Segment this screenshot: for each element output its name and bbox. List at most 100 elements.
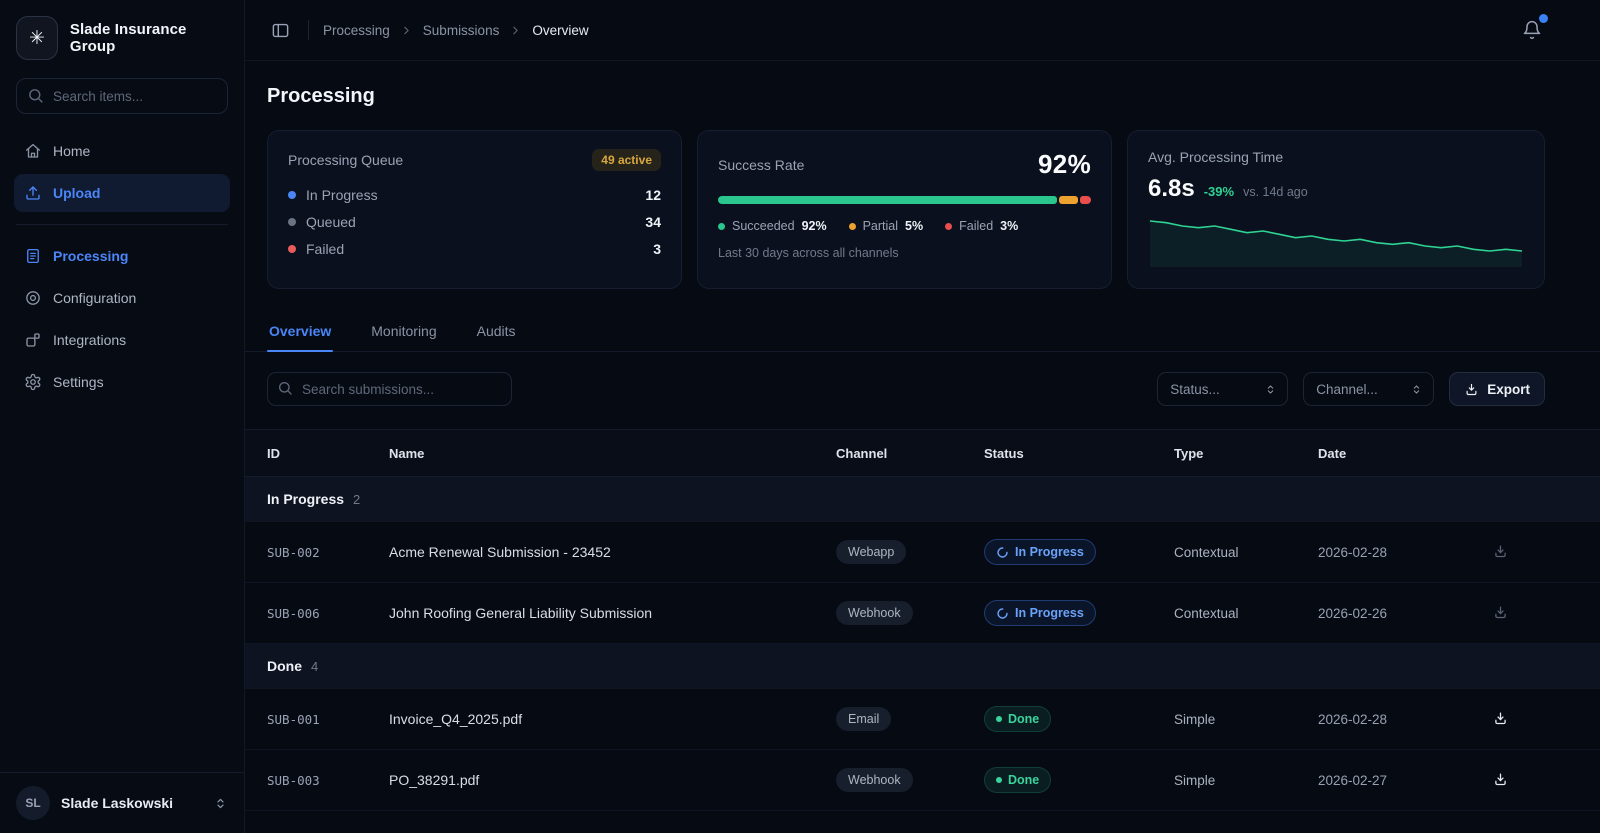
legend-value: 92% xyxy=(801,219,827,233)
table-row[interactable]: SUB-006 John Roofing General Liability Su… xyxy=(245,583,1600,644)
queue-stat-label: Failed xyxy=(306,241,345,257)
legend-item: Succeeded 92% xyxy=(718,219,827,233)
export-button[interactable]: Export xyxy=(1449,372,1545,406)
topbar-divider xyxy=(308,20,309,40)
breadcrumb-item[interactable]: Submissions xyxy=(423,23,500,38)
brand-logo-icon: ✳ xyxy=(16,16,58,60)
bar-segment-failed xyxy=(1079,196,1091,204)
cell-date: 2026-02-26 xyxy=(1318,605,1388,621)
cell-type: Simple xyxy=(1174,711,1216,727)
column-header-channel: Channel xyxy=(836,445,888,461)
sidebar-toggle-button[interactable] xyxy=(267,17,294,44)
submissions-search-input[interactable] xyxy=(267,372,512,406)
sidebar-item-label: Configuration xyxy=(53,290,137,306)
table-row[interactable]: SUB-002 Acme Renewal Submission - 23452 We… xyxy=(245,522,1600,583)
stat-cards: Processing Queue 49 active In Progress 1… xyxy=(245,130,1600,289)
queue-stat-row: In Progress 12 xyxy=(288,187,661,203)
tab-audits[interactable]: Audits xyxy=(475,315,518,351)
topbar: Processing Submissions Overview xyxy=(245,0,1600,61)
status-dot xyxy=(288,218,296,226)
cell-id: SUB-003 xyxy=(267,772,320,788)
sidebar-item-label: Upload xyxy=(53,185,101,201)
circle-dot-icon xyxy=(24,289,42,307)
download-button[interactable] xyxy=(1488,600,1513,625)
status-badge-done: Done xyxy=(984,767,1052,793)
done-dot-icon xyxy=(996,716,1002,722)
export-label: Export xyxy=(1487,381,1530,397)
channel-chip: Webapp xyxy=(836,540,907,564)
chevron-right-icon xyxy=(400,24,413,37)
cell-name: Acme Renewal Submission - 23452 xyxy=(389,544,611,560)
legend-dot xyxy=(945,222,953,230)
avg-time-value: 6.8s xyxy=(1148,175,1195,202)
brand-name: Slade Insurance Group xyxy=(69,21,187,55)
queue-stat-row: Failed 3 xyxy=(288,241,661,257)
cell-name: PO_38291.pdf xyxy=(389,772,480,788)
status-badge-done: Done xyxy=(984,706,1052,732)
queue-stat-value: 3 xyxy=(653,241,661,257)
legend-value: 5% xyxy=(905,219,924,233)
table-group-header: In Progress 2 xyxy=(245,477,1600,522)
legend-item: Failed 3% xyxy=(945,219,1018,233)
done-dot-icon xyxy=(996,777,1002,783)
notifications-button[interactable] xyxy=(1518,13,1548,44)
spinner-icon xyxy=(996,607,1009,620)
sidebar-item-upload[interactable]: Upload xyxy=(14,174,230,212)
search-icon xyxy=(277,380,293,396)
sidebar-item-integrations[interactable]: Integrations xyxy=(14,321,230,359)
group-label: Done xyxy=(267,658,302,674)
cell-id: SUB-006 xyxy=(267,605,320,621)
channel-chip: Webhook xyxy=(836,768,913,792)
cell-id: SUB-002 xyxy=(267,544,320,560)
spinner-icon xyxy=(996,546,1009,559)
bar-segment-succeeded xyxy=(718,196,1058,204)
status-dot xyxy=(288,245,296,253)
bar-segment-partial xyxy=(1059,196,1078,204)
breadcrumb-item[interactable]: Processing xyxy=(323,23,390,38)
group-count: 4 xyxy=(311,658,319,674)
status-filter-value: Status... xyxy=(1170,381,1220,397)
sidebar-item-home[interactable]: Home xyxy=(14,132,230,170)
download-button[interactable] xyxy=(1488,706,1513,731)
chevron-up-down-icon xyxy=(213,796,228,811)
tab-bar: Overview Monitoring Audits xyxy=(245,315,1600,352)
avg-time-delta: -39% xyxy=(1203,184,1235,199)
status-filter-select[interactable]: Status... xyxy=(1157,372,1289,406)
sidebar-item-label: Home xyxy=(53,143,91,159)
success-rate-legend: Succeeded 92% Partial 5% Failed 3% xyxy=(718,219,1091,233)
channel-filter-select[interactable]: Channel... xyxy=(1303,372,1435,406)
main-area: Processing Submissions Overview Processi… xyxy=(245,0,1600,833)
queue-stat-row: Queued 34 xyxy=(288,214,661,230)
table-header: ID Name Channel Status Type Date xyxy=(245,429,1600,477)
tab-monitoring[interactable]: Monitoring xyxy=(369,315,438,351)
submissions-search xyxy=(267,372,512,406)
chevron-up-down-icon xyxy=(1410,383,1423,396)
table-row[interactable]: SUB-003 PO_38291.pdf Webhook Done Simple 2026… xyxy=(245,750,1600,811)
channel-chip: Webhook xyxy=(836,601,913,625)
sidebar-item-processing[interactable]: Processing xyxy=(14,237,230,275)
active-count-badge: 49 active xyxy=(592,149,661,171)
sidebar-nav-primary: Home Upload xyxy=(14,132,230,212)
cell-type: Contextual xyxy=(1174,605,1239,621)
sidebar-item-settings[interactable]: Settings xyxy=(14,363,230,401)
document-icon xyxy=(24,247,42,265)
sidebar-item-configuration[interactable]: Configuration xyxy=(14,279,230,317)
table-row[interactable]: SUB-001 Invoice_Q4_2025.pdf Email Done Simpl… xyxy=(245,689,1600,750)
column-header-id: ID xyxy=(267,445,280,461)
avg-time-note: vs. 14d ago xyxy=(1243,185,1308,199)
sidebar-search-input[interactable] xyxy=(16,78,228,114)
breadcrumb-item-current: Overview xyxy=(532,22,589,38)
user-menu[interactable]: SL Slade Laskowski xyxy=(0,772,244,833)
tab-overview[interactable]: Overview xyxy=(267,315,334,352)
download-button[interactable] xyxy=(1488,767,1513,792)
group-count: 2 xyxy=(353,491,361,507)
legend-label: Partial xyxy=(862,219,899,233)
filter-bar: Status... Channel... Export xyxy=(245,372,1600,406)
home-icon xyxy=(24,142,42,160)
card-title: Processing Queue xyxy=(288,152,404,168)
legend-item: Partial 5% xyxy=(848,219,924,233)
chevron-right-icon xyxy=(509,24,522,37)
download-button[interactable] xyxy=(1488,539,1513,564)
search-icon xyxy=(27,87,44,104)
legend-value: 3% xyxy=(1000,219,1019,233)
